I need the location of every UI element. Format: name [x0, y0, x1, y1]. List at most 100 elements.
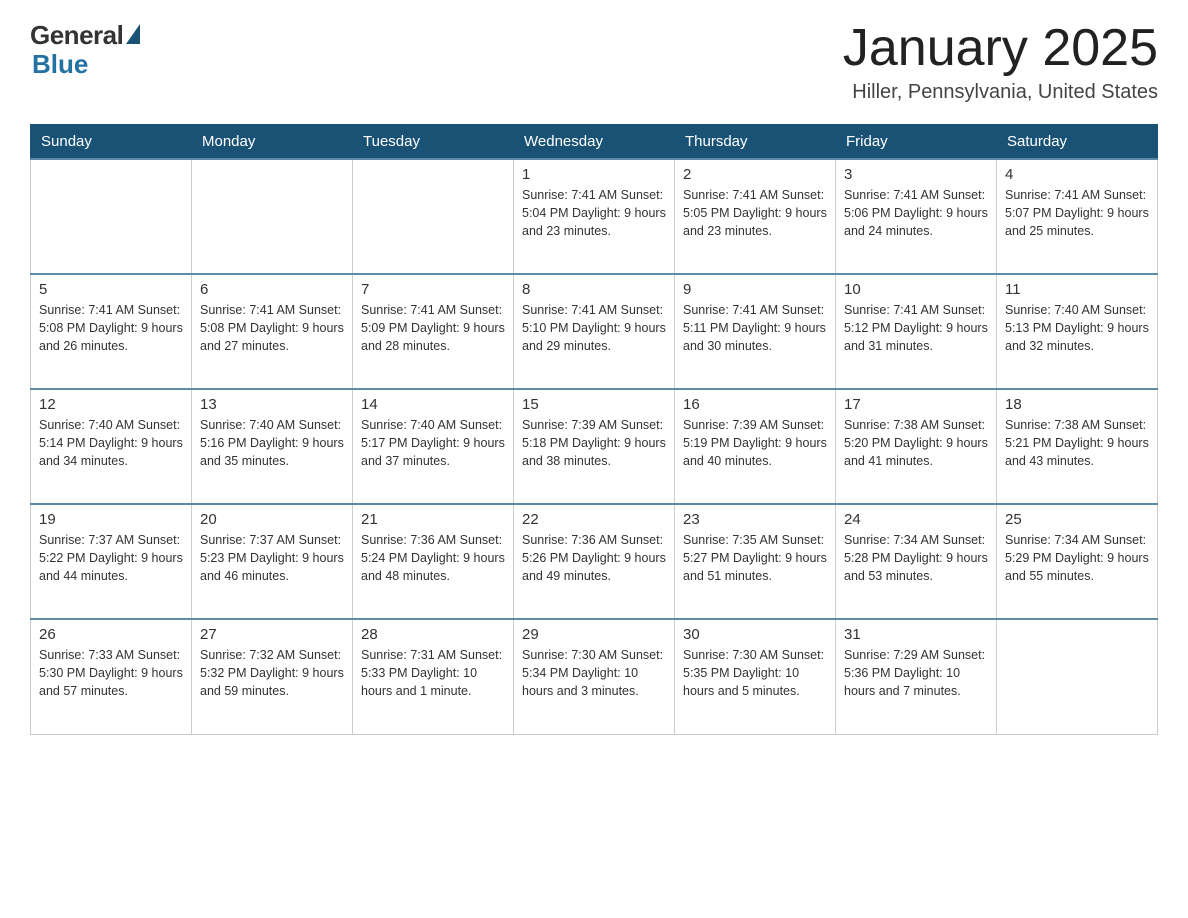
calendar-cell — [192, 159, 353, 274]
day-info: Sunrise: 7:41 AM Sunset: 5:07 PM Dayligh… — [1005, 186, 1149, 240]
logo-triangle-icon — [126, 24, 140, 44]
calendar-cell: 15 Sunrise: 7:39 AM Sunset: 5:18 PM Dayli… — [514, 389, 675, 504]
day-number: 12 — [39, 396, 183, 413]
day-info: Sunrise: 7:30 AM Sunset: 5:34 PM Dayligh… — [522, 646, 666, 700]
calendar-cell: 4 Sunrise: 7:41 AM Sunset: 5:07 PM Daylig… — [997, 159, 1158, 274]
day-info: Sunrise: 7:40 AM Sunset: 5:14 PM Dayligh… — [39, 416, 183, 470]
day-info: Sunrise: 7:39 AM Sunset: 5:18 PM Dayligh… — [522, 416, 666, 470]
day-number: 19 — [39, 511, 183, 528]
day-info: Sunrise: 7:34 AM Sunset: 5:28 PM Dayligh… — [844, 531, 988, 585]
logo-general-text: General — [30, 20, 123, 51]
calendar-day-header: Thursday — [675, 125, 836, 160]
day-number: 29 — [522, 626, 666, 643]
calendar-cell: 7Sunrise: 7:41 AM Sunset: 5:09 PM Daylig… — [353, 274, 514, 389]
day-info: Sunrise: 7:30 AM Sunset: 5:35 PM Dayligh… — [683, 646, 827, 700]
day-number: 17 — [844, 396, 988, 413]
calendar-week-row: 1 Sunrise: 7:41 AM Sunset: 5:04 PM Daylig… — [31, 159, 1158, 274]
calendar-cell: 3 Sunrise: 7:41 AM Sunset: 5:06 PM Daylig… — [836, 159, 997, 274]
calendar-cell: 23Sunrise: 7:35 AM Sunset: 5:27 PM Dayli… — [675, 504, 836, 619]
calendar-cell: 17 Sunrise: 7:38 AM Sunset: 5:20 PM Dayli… — [836, 389, 997, 504]
calendar-day-header: Tuesday — [353, 125, 514, 160]
day-number: 18 — [1005, 396, 1149, 413]
day-info: Sunrise: 7:41 AM Sunset: 5:05 PM Dayligh… — [683, 186, 827, 240]
day-number: 26 — [39, 626, 183, 643]
calendar-cell — [31, 159, 192, 274]
day-info: Sunrise: 7:34 AM Sunset: 5:29 PM Dayligh… — [1005, 531, 1149, 585]
day-number: 21 — [361, 511, 505, 528]
calendar-cell: 21 Sunrise: 7:36 AM Sunset: 5:24 PM Dayli… — [353, 504, 514, 619]
calendar-day-header: Saturday — [997, 125, 1158, 160]
calendar-cell: 8 Sunrise: 7:41 AM Sunset: 5:10 PM Daylig… — [514, 274, 675, 389]
day-info: Sunrise: 7:38 AM Sunset: 5:20 PM Dayligh… — [844, 416, 988, 470]
calendar-header-row: SundayMondayTuesdayWednesdayThursdayFrid… — [31, 125, 1158, 160]
calendar-cell: 26 Sunrise: 7:33 AM Sunset: 5:30 PM Dayli… — [31, 619, 192, 734]
calendar-cell: 19Sunrise: 7:37 AM Sunset: 5:22 PM Dayli… — [31, 504, 192, 619]
day-number: 20 — [200, 511, 344, 528]
day-info: Sunrise: 7:40 AM Sunset: 5:13 PM Dayligh… — [1005, 301, 1149, 355]
day-number: 8 — [522, 281, 666, 298]
calendar-week-row: 12 Sunrise: 7:40 AM Sunset: 5:14 PM Dayli… — [31, 389, 1158, 504]
day-info: Sunrise: 7:41 AM Sunset: 5:12 PM Dayligh… — [844, 301, 988, 355]
calendar-week-row: 26 Sunrise: 7:33 AM Sunset: 5:30 PM Dayli… — [31, 619, 1158, 734]
day-info: Sunrise: 7:31 AM Sunset: 5:33 PM Dayligh… — [361, 646, 505, 700]
day-info: Sunrise: 7:33 AM Sunset: 5:30 PM Dayligh… — [39, 646, 183, 700]
day-info: Sunrise: 7:37 AM Sunset: 5:23 PM Dayligh… — [200, 531, 344, 585]
page-subtitle: Hiller, Pennsylvania, United States — [843, 81, 1158, 104]
calendar-cell: 27Sunrise: 7:32 AM Sunset: 5:32 PM Dayli… — [192, 619, 353, 734]
day-number: 9 — [683, 281, 827, 298]
day-number: 3 — [844, 166, 988, 183]
calendar-cell: 6 Sunrise: 7:41 AM Sunset: 5:08 PM Daylig… — [192, 274, 353, 389]
calendar-cell: 18 Sunrise: 7:38 AM Sunset: 5:21 PM Dayli… — [997, 389, 1158, 504]
day-number: 25 — [1005, 511, 1149, 528]
calendar-cell: 16 Sunrise: 7:39 AM Sunset: 5:19 PM Dayli… — [675, 389, 836, 504]
day-info: Sunrise: 7:41 AM Sunset: 5:08 PM Dayligh… — [39, 301, 183, 355]
calendar-week-row: 19Sunrise: 7:37 AM Sunset: 5:22 PM Dayli… — [31, 504, 1158, 619]
day-info: Sunrise: 7:29 AM Sunset: 5:36 PM Dayligh… — [844, 646, 988, 700]
day-number: 30 — [683, 626, 827, 643]
day-info: Sunrise: 7:41 AM Sunset: 5:06 PM Dayligh… — [844, 186, 988, 240]
day-info: Sunrise: 7:41 AM Sunset: 5:11 PM Dayligh… — [683, 301, 827, 355]
day-info: Sunrise: 7:35 AM Sunset: 5:27 PM Dayligh… — [683, 531, 827, 585]
calendar-cell: 13Sunrise: 7:40 AM Sunset: 5:16 PM Dayli… — [192, 389, 353, 504]
day-number: 7 — [361, 281, 505, 298]
day-number: 16 — [683, 396, 827, 413]
calendar-day-header: Sunday — [31, 125, 192, 160]
day-number: 6 — [200, 281, 344, 298]
calendar-week-row: 5Sunrise: 7:41 AM Sunset: 5:08 PM Daylig… — [31, 274, 1158, 389]
calendar-cell: 11 Sunrise: 7:40 AM Sunset: 5:13 PM Dayli… — [997, 274, 1158, 389]
page-header: General Blue January 2025 Hiller, Pennsy… — [30, 20, 1158, 104]
calendar-day-header: Wednesday — [514, 125, 675, 160]
logo: General Blue — [30, 20, 140, 80]
title-block: January 2025 Hiller, Pennsylvania, Unite… — [843, 20, 1158, 104]
calendar-cell: 30 Sunrise: 7:30 AM Sunset: 5:35 PM Dayli… — [675, 619, 836, 734]
calendar-cell: 5Sunrise: 7:41 AM Sunset: 5:08 PM Daylig… — [31, 274, 192, 389]
day-number: 14 — [361, 396, 505, 413]
calendar-cell: 24 Sunrise: 7:34 AM Sunset: 5:28 PM Dayli… — [836, 504, 997, 619]
calendar-cell: 20 Sunrise: 7:37 AM Sunset: 5:23 PM Dayli… — [192, 504, 353, 619]
day-number: 31 — [844, 626, 988, 643]
calendar-cell: 31 Sunrise: 7:29 AM Sunset: 5:36 PM Dayli… — [836, 619, 997, 734]
day-info: Sunrise: 7:40 AM Sunset: 5:16 PM Dayligh… — [200, 416, 344, 470]
day-number: 4 — [1005, 166, 1149, 183]
day-number: 28 — [361, 626, 505, 643]
day-info: Sunrise: 7:39 AM Sunset: 5:19 PM Dayligh… — [683, 416, 827, 470]
day-info: Sunrise: 7:32 AM Sunset: 5:32 PM Dayligh… — [200, 646, 344, 700]
day-info: Sunrise: 7:41 AM Sunset: 5:04 PM Dayligh… — [522, 186, 666, 240]
day-number: 11 — [1005, 281, 1149, 298]
calendar-cell: 25 Sunrise: 7:34 AM Sunset: 5:29 PM Dayli… — [997, 504, 1158, 619]
calendar-day-header: Monday — [192, 125, 353, 160]
page-title: January 2025 — [843, 20, 1158, 77]
day-number: 1 — [522, 166, 666, 183]
day-info: Sunrise: 7:41 AM Sunset: 5:10 PM Dayligh… — [522, 301, 666, 355]
day-number: 24 — [844, 511, 988, 528]
calendar-day-header: Friday — [836, 125, 997, 160]
calendar-cell: 14Sunrise: 7:40 AM Sunset: 5:17 PM Dayli… — [353, 389, 514, 504]
day-number: 10 — [844, 281, 988, 298]
calendar-cell: 29 Sunrise: 7:30 AM Sunset: 5:34 PM Dayli… — [514, 619, 675, 734]
day-info: Sunrise: 7:36 AM Sunset: 5:24 PM Dayligh… — [361, 531, 505, 585]
calendar-cell: 22Sunrise: 7:36 AM Sunset: 5:26 PM Dayli… — [514, 504, 675, 619]
day-number: 15 — [522, 396, 666, 413]
calendar-cell: 10 Sunrise: 7:41 AM Sunset: 5:12 PM Dayli… — [836, 274, 997, 389]
day-info: Sunrise: 7:41 AM Sunset: 5:08 PM Dayligh… — [200, 301, 344, 355]
day-info: Sunrise: 7:38 AM Sunset: 5:21 PM Dayligh… — [1005, 416, 1149, 470]
